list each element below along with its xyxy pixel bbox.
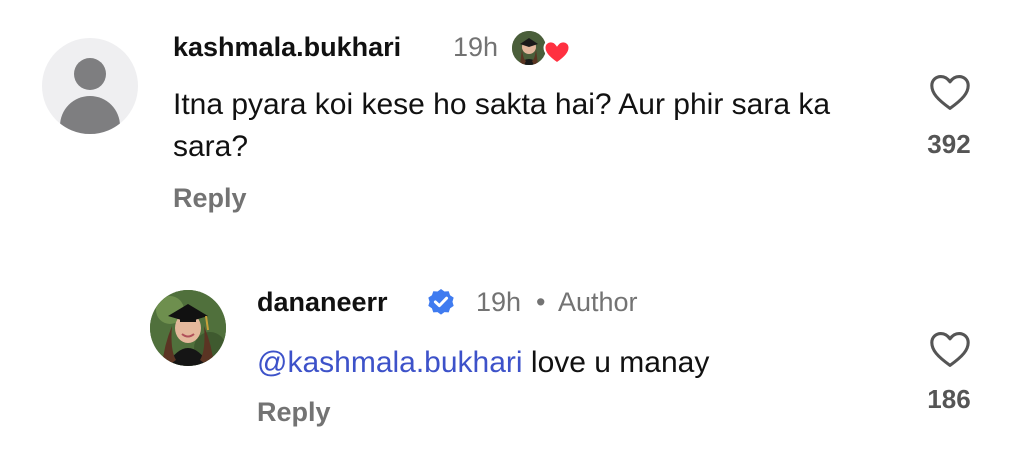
reply-button-2[interactable]: Reply [257, 397, 331, 428]
reply-time: 19h [476, 287, 522, 317]
reply-button[interactable]: Reply [173, 183, 247, 214]
like-button[interactable] [928, 72, 972, 112]
reply-body: love u manay [530, 346, 710, 379]
heart-icon [542, 37, 572, 67]
like-count: 392 [927, 129, 971, 159]
meta-separator: • [536, 287, 546, 317]
like-count-2: 186 [927, 384, 971, 414]
mention-link[interactable]: @kashmala.bukhari [257, 346, 523, 379]
comment-time: 19h [453, 32, 499, 62]
author-label: Author [558, 287, 638, 317]
reply-text: @kashmala.bukhari love u manay [257, 342, 897, 384]
author-avatar-mini-icon [512, 31, 546, 65]
like-button-2[interactable] [928, 329, 972, 369]
default-avatar-body-icon [60, 96, 120, 134]
default-avatar-head-icon [74, 58, 106, 90]
comment-text: Itna pyara koi kese ho sakta hai? Aur ph… [173, 88, 831, 163]
commenter-avatar[interactable] [42, 38, 138, 134]
verified-badge-icon [425, 287, 457, 319]
author-avatar[interactable] [150, 290, 226, 366]
heart-outline-icon [930, 332, 970, 367]
liked-by-author-indicator [512, 29, 574, 73]
heart-outline-icon [930, 75, 970, 110]
reply-username[interactable]: dananeerr [257, 287, 388, 318]
comment-username[interactable]: kashmala.bukhari [173, 32, 401, 63]
